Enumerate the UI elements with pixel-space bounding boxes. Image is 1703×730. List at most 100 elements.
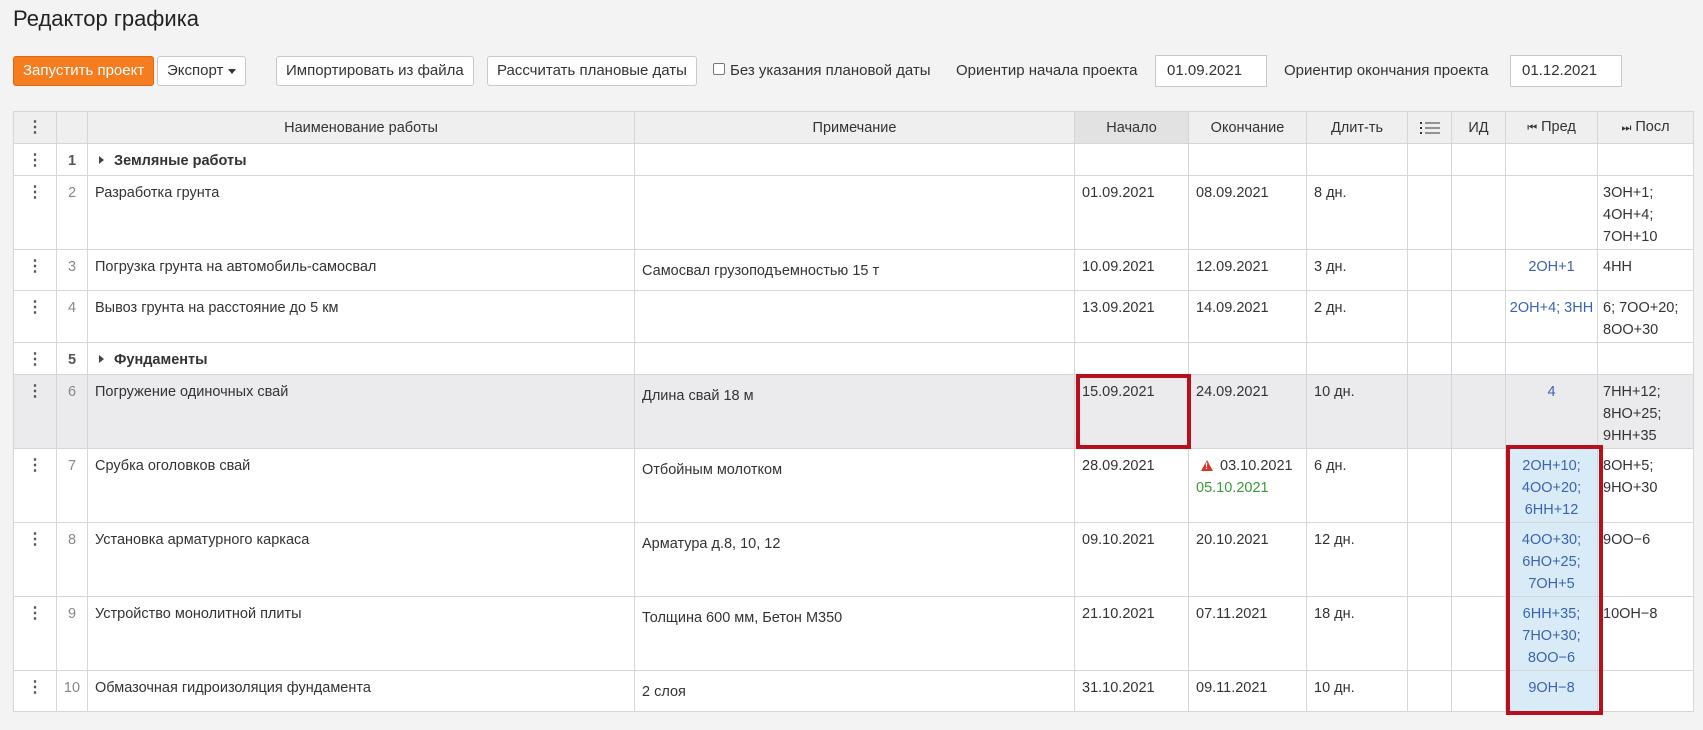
pred-cell[interactable]: 4 [1505,374,1598,449]
row-menu[interactable]: ⋮ [13,342,57,375]
table-row-selected[interactable]: ⋮ 6 Погружение одиночных свай Длина свай… [13,374,1694,449]
succ-cell[interactable]: 6; 7ОО+20; 8ОО+30 [1597,290,1694,343]
pred-cell[interactable] [1505,342,1598,375]
pred-link[interactable]: 2ОН+4; 3НН [1508,297,1595,319]
table-row[interactable]: ⋮ 2 Разработка грунта 01.09.2021 08.09.2… [13,175,1694,250]
end-cell[interactable]: 07.11.2021 [1188,596,1307,671]
start-cell[interactable]: 31.10.2021 [1074,670,1189,712]
end-cell[interactable] [1188,342,1307,375]
pred-cell[interactable]: 6НН+35; 7НО+30; 8ОО−6 [1505,596,1598,671]
header-list[interactable] [1407,111,1452,144]
table-row[interactable]: ⋮ 7 Срубка оголовков свай Отбойным молот… [13,448,1694,523]
kebab-icon[interactable]: ⋮ [27,349,43,371]
note-cell[interactable] [634,290,1075,343]
kebab-icon[interactable]: ⋮ [27,182,43,204]
duration-cell[interactable]: 12 дн. [1306,522,1408,597]
expand-caret-icon[interactable] [99,156,104,164]
kebab-icon[interactable]: ⋮ [27,256,43,278]
start-cell[interactable]: 09.10.2021 [1074,522,1189,597]
pred-link[interactable]: 4ОО+20; [1508,477,1595,499]
pred-link[interactable]: 4 [1508,381,1595,403]
task-name-cell[interactable]: Установка арматурного каркаса [87,522,635,597]
succ-cell[interactable]: 8ОН+5; 9НО+30 [1597,448,1694,523]
succ-cell[interactable]: 9ОО−6 [1597,522,1694,597]
table-row[interactable]: ⋮ 3 Погрузка грунта на автомобиль-самосв… [13,249,1694,291]
table-row[interactable]: ⋮ 10 Обмазочная гидроизоляция фундамента… [13,670,1694,712]
succ-cell[interactable]: 10ОН−8 [1597,596,1694,671]
header-note[interactable]: Примечание [634,111,1075,144]
table-row[interactable]: ⋮ 9 Устройство монолитной плиты Толщина … [13,596,1694,671]
header-name[interactable]: Наименование работы [87,111,635,144]
pred-link[interactable]: 7ОН+5 [1508,573,1595,595]
kebab-icon[interactable]: ⋮ [27,150,43,172]
start-cell[interactable]: 13.09.2021 [1074,290,1189,343]
task-name-cell[interactable]: Вывоз грунта на расстояние до 5 км [87,290,635,343]
pred-link[interactable]: 7НО+30; [1508,625,1595,647]
start-cell[interactable]: 10.09.2021 [1074,249,1189,291]
note-cell[interactable]: Отбойным молотком [634,448,1075,523]
calc-dates-button[interactable]: Рассчитать плановые даты [487,56,697,86]
pred-cell[interactable] [1505,143,1598,176]
pred-cell[interactable]: 2ОН+1 [1505,249,1598,291]
note-cell[interactable]: Арматура д.8, 10, 12 [634,522,1075,597]
export-button[interactable]: Экспорт [157,56,247,86]
duration-cell[interactable]: 8 дн. [1306,175,1408,250]
note-cell[interactable]: Самосвал грузоподъемностью 15 т [634,249,1075,291]
table-row[interactable]: ⋮ 4 Вывоз грунта на расстояние до 5 км 1… [13,290,1694,343]
pred-link[interactable]: 6НО+25; [1508,551,1595,573]
start-orient-input[interactable]: 01.09.2021 [1155,55,1267,87]
table-row[interactable]: ⋮ 1 Земляные работы [13,143,1694,176]
task-name-cell[interactable]: Обмазочная гидроизоляция фундамента [87,670,635,712]
pred-cell[interactable]: 9ОН−8 [1505,670,1598,712]
pred-link[interactable]: 4ОО+30; [1508,529,1595,551]
note-cell[interactable]: 2 слоя [634,670,1075,712]
kebab-icon[interactable]: ⋮ [27,381,43,403]
end-cell[interactable] [1188,143,1307,176]
row-menu[interactable]: ⋮ [13,374,57,449]
note-cell[interactable] [634,342,1075,375]
row-menu[interactable]: ⋮ [13,522,57,597]
duration-cell[interactable] [1306,143,1408,176]
start-cell[interactable]: 28.09.2021 [1074,448,1189,523]
pred-link[interactable]: 2ОН+1 [1508,256,1595,278]
duration-cell[interactable]: 3 дн. [1306,249,1408,291]
kebab-icon[interactable]: ⋮ [27,117,43,139]
end-cell[interactable]: 20.10.2021 [1188,522,1307,597]
pred-cell[interactable]: 4ОО+30; 6НО+25; 7ОН+5 [1505,522,1598,597]
table-row[interactable]: ⋮ 8 Установка арматурного каркаса Армату… [13,522,1694,597]
run-project-button[interactable]: Запустить проект [13,56,155,86]
pred-link[interactable]: 2ОН+10; [1508,455,1595,477]
end-cell[interactable]: 08.09.2021 [1188,175,1307,250]
end-cell[interactable]: 03.10.2021 05.10.2021 [1188,448,1307,523]
note-cell[interactable]: Толщина 600 мм, Бетон М350 [634,596,1075,671]
header-duration[interactable]: Длит-ть [1306,111,1408,144]
succ-cell[interactable]: 7НН+12; 8НО+25; 9НН+35 [1597,374,1694,449]
start-cell[interactable]: 15.09.2021 [1074,374,1189,449]
succ-cell[interactable]: 4НН [1597,249,1694,291]
duration-cell[interactable] [1306,342,1408,375]
end-cell[interactable]: 09.11.2021 [1188,670,1307,712]
duration-cell[interactable]: 10 дн. [1306,670,1408,712]
task-name-cell[interactable]: Устройство монолитной плиты [87,596,635,671]
header-succ[interactable]: ⏭ Посл [1597,111,1694,144]
note-cell[interactable]: Длина свай 18 м [634,374,1075,449]
end-orient-input[interactable]: 01.12.2021 [1510,55,1622,87]
duration-cell[interactable]: 2 дн. [1306,290,1408,343]
duration-cell[interactable]: 10 дн. [1306,374,1408,449]
table-row[interactable]: ⋮ 5 Фундаменты [13,342,1694,375]
pred-link[interactable]: 9ОН−8 [1508,677,1595,699]
end-cell[interactable]: 12.09.2021 [1188,249,1307,291]
note-cell[interactable] [634,143,1075,176]
kebab-icon[interactable]: ⋮ [27,297,43,319]
start-cell[interactable]: 21.10.2021 [1074,596,1189,671]
task-name-cell[interactable]: Земляные работы [87,143,635,176]
duration-cell[interactable]: 6 дн. [1306,448,1408,523]
row-menu[interactable]: ⋮ [13,448,57,523]
no-plan-date-toggle[interactable]: Без указания плановой даты [713,56,931,86]
header-menu[interactable]: ⋮ [13,111,57,144]
end-cell[interactable]: 24.09.2021 [1188,374,1307,449]
row-menu[interactable]: ⋮ [13,175,57,250]
task-name-cell[interactable]: Фундаменты [87,342,635,375]
no-plan-date-checkbox[interactable] [713,63,725,75]
pred-link[interactable]: 6НН+12 [1508,499,1595,521]
